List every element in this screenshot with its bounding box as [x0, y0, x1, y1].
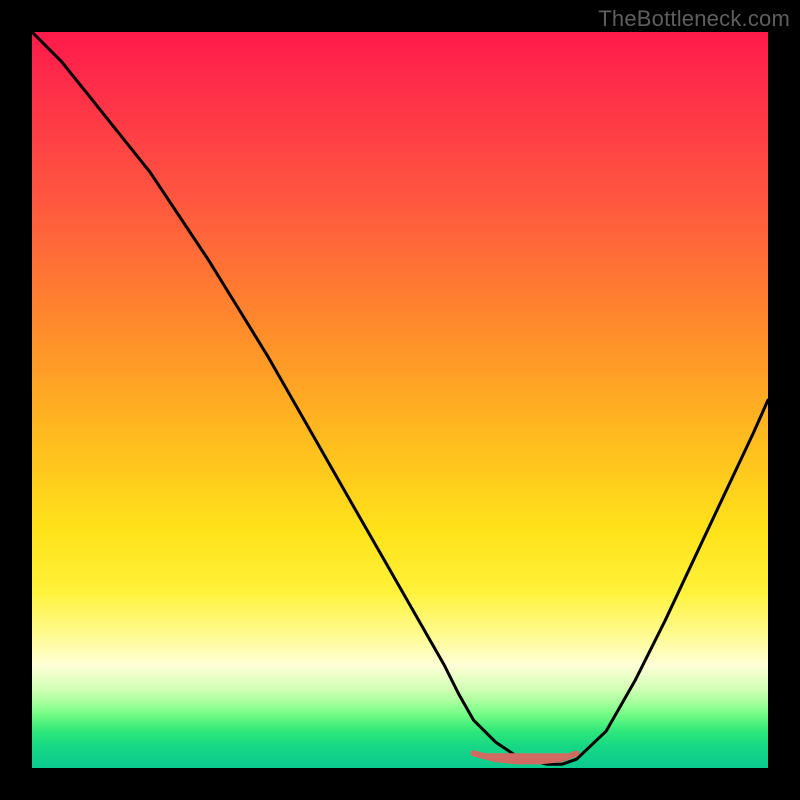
chart-svg	[32, 32, 768, 768]
watermark-label: TheBottleneck.com	[598, 6, 790, 32]
chart-frame: TheBottleneck.com	[0, 0, 800, 800]
bottleneck-curve-path	[32, 32, 768, 764]
plot-area	[32, 32, 768, 768]
optimal-band-path	[474, 753, 577, 761]
